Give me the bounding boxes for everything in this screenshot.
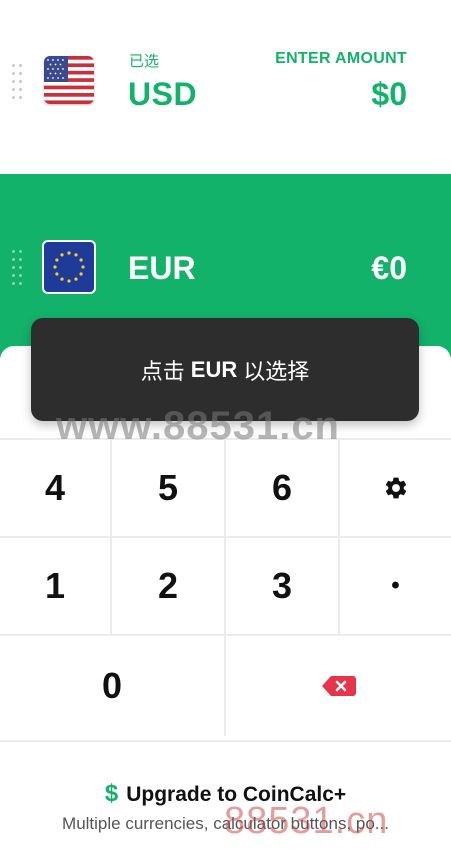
enter-amount-label: ENTER AMOUNT bbox=[275, 50, 407, 67]
key-0[interactable]: 0 bbox=[0, 636, 224, 736]
key-1[interactable]: 1 bbox=[0, 538, 110, 634]
drag-handle-icon[interactable] bbox=[12, 250, 26, 286]
upgrade-banner[interactable]: $ Upgrade to CoinCalc+ Multiple currencie… bbox=[0, 740, 451, 856]
selection-toast: 点击 EUR 以选择 bbox=[31, 318, 419, 421]
target-amount: €0 bbox=[371, 250, 407, 286]
drag-handle-icon[interactable] bbox=[12, 64, 26, 100]
upgrade-subtitle: Multiple currencies, calculator buttons,… bbox=[62, 814, 389, 833]
key-2[interactable]: 2 bbox=[112, 538, 224, 634]
toast-prefix: 点击 bbox=[140, 359, 185, 385]
us-flag-icon bbox=[44, 56, 94, 104]
eu-flag-icon bbox=[42, 240, 96, 294]
backspace-button[interactable] bbox=[226, 636, 451, 736]
gear-icon bbox=[385, 477, 406, 499]
key-3[interactable]: 3 bbox=[226, 538, 338, 634]
keypad: 4 5 6 1 2 3 • 0 bbox=[0, 438, 451, 736]
key-5[interactable]: 5 bbox=[112, 440, 224, 536]
divider bbox=[110, 440, 112, 634]
source-currency-code[interactable]: USD bbox=[128, 76, 197, 113]
source-amount[interactable]: $0 bbox=[371, 76, 407, 113]
source-currency-row[interactable]: 已选 USD ENTER AMOUNT $0 bbox=[0, 0, 451, 174]
toast-suffix: 以选择 bbox=[243, 359, 310, 385]
key-4[interactable]: 4 bbox=[0, 440, 110, 536]
toast-currency: EUR bbox=[190, 356, 238, 382]
target-currency-code[interactable]: EUR bbox=[128, 250, 196, 287]
upgrade-title-text: Upgrade to CoinCalc+ bbox=[126, 783, 347, 806]
key-6[interactable]: 6 bbox=[226, 440, 338, 536]
divider bbox=[338, 440, 340, 634]
dollar-icon: $ bbox=[104, 780, 119, 807]
upgrade-title[interactable]: $ Upgrade to CoinCalc+ bbox=[0, 780, 451, 808]
settings-button[interactable] bbox=[340, 440, 451, 536]
divider bbox=[224, 440, 226, 736]
key-decimal[interactable]: • bbox=[340, 538, 451, 634]
backspace-icon bbox=[321, 676, 356, 696]
selected-label: 已选 bbox=[129, 52, 160, 70]
